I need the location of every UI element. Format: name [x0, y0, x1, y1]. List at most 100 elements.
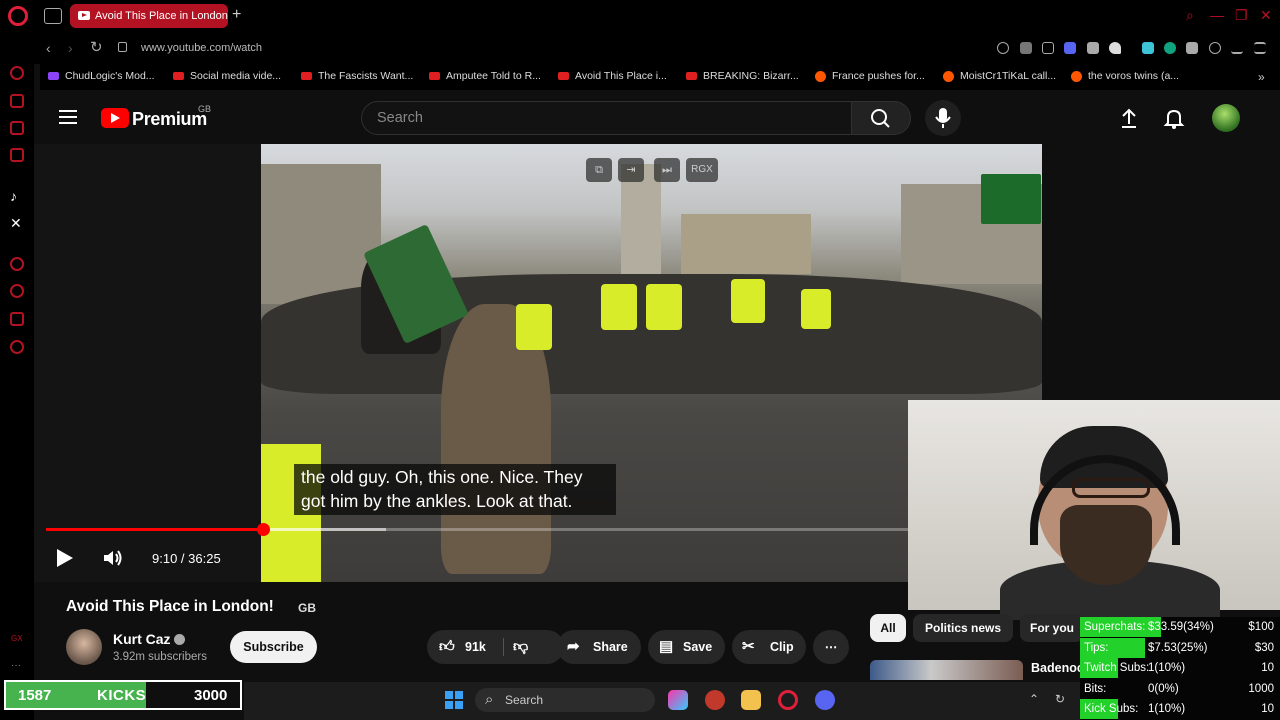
- voice-search-button[interactable]: [925, 100, 961, 136]
- search-input[interactable]: Search: [361, 101, 852, 135]
- chip-for-you[interactable]: For you: [1020, 614, 1084, 642]
- exit-icon[interactable]: ⇥: [618, 158, 644, 182]
- tab-switcher-icon[interactable]: [44, 8, 62, 24]
- stream-goal-max: 10: [1261, 703, 1274, 716]
- easy-setup-icon[interactable]: [1254, 42, 1266, 54]
- workspace-icon[interactable]: [10, 94, 24, 108]
- new-tab-button[interactable]: +: [232, 6, 241, 24]
- related-video-title[interactable]: Badenoch: [1031, 661, 1081, 675]
- kicks-label: KICKS: [97, 687, 147, 704]
- player-icon[interactable]: [1087, 42, 1099, 54]
- related-video-thumbnail[interactable]: [870, 660, 1023, 680]
- zoom-icon[interactable]: [997, 42, 1009, 54]
- channel-name[interactable]: Kurt Caz: [113, 631, 171, 647]
- scissors-icon: ✂: [742, 638, 755, 655]
- upload-button[interactable]: [1118, 106, 1140, 136]
- popout-icon[interactable]: ⧉: [586, 158, 612, 182]
- player-left-letterbox: [34, 144, 261, 582]
- minimize-button[interactable]: —: [1210, 7, 1224, 23]
- share-button[interactable]: ➦ Share: [557, 630, 641, 664]
- aria-icon[interactable]: [10, 66, 24, 80]
- bookmark-item[interactable]: France pushes for...: [815, 70, 925, 82]
- thumbs-up-icon[interactable]: 👍︎: [439, 630, 455, 664]
- caption-line: the old guy. Oh, this one. Nice. They: [301, 467, 583, 487]
- notifications-button[interactable]: [1162, 106, 1186, 136]
- bookmark-item[interactable]: Avoid This Place i...: [558, 70, 667, 82]
- bookmark-item[interactable]: The Fascists Want...: [301, 70, 413, 82]
- chip-politics-news[interactable]: Politics news: [913, 614, 1013, 642]
- sync-icon[interactable]: ↻: [1055, 692, 1065, 706]
- back-button[interactable]: ‹: [46, 40, 51, 56]
- messenger-icon[interactable]: [10, 148, 24, 162]
- extension-icon[interactable]: [1142, 42, 1154, 54]
- x-icon[interactable]: ✕: [10, 215, 22, 232]
- youtube-logo-icon[interactable]: [101, 108, 129, 128]
- tiktok-icon[interactable]: ♪: [10, 188, 17, 204]
- save-button[interactable]: ▤ Save: [648, 630, 725, 664]
- extensions-icon[interactable]: [1186, 42, 1198, 54]
- clip-button[interactable]: ✂ Clip: [732, 630, 806, 664]
- history-icon[interactable]: [10, 257, 24, 271]
- more-actions-button[interactable]: ⋯: [813, 630, 849, 664]
- subscriber-count: 3.92m subscribers: [113, 651, 207, 663]
- rgx-label[interactable]: RGX: [686, 158, 718, 182]
- profile-icon[interactable]: [1209, 42, 1221, 54]
- search-button[interactable]: [851, 101, 911, 135]
- discord-icon[interactable]: [815, 690, 835, 710]
- chevron-up-icon[interactable]: ⌃: [1029, 692, 1039, 706]
- snapshot-icon[interactable]: [1042, 42, 1054, 54]
- subscribe-button[interactable]: Subscribe: [230, 631, 317, 663]
- taskbar-search[interactable]: Search: [475, 688, 655, 712]
- time-display: 9:10 / 36:25: [152, 551, 221, 566]
- thumbs-down-icon[interactable]: 👎︎: [513, 630, 528, 664]
- video-title: Avoid This Place in London!: [66, 598, 274, 615]
- like-count[interactable]: 91k: [465, 630, 486, 664]
- bookmark-item[interactable]: BREAKING: Bizarr...: [686, 70, 799, 82]
- channel-avatar[interactable]: [66, 629, 102, 665]
- stream-goal-max: 10: [1261, 662, 1274, 675]
- more-sidebar-icon[interactable]: ···: [11, 660, 21, 671]
- bookmark-item[interactable]: ChudLogic's Mod...: [48, 70, 155, 82]
- windows-start-icon[interactable]: [445, 691, 463, 709]
- bookmarks-overflow-icon[interactable]: »: [1258, 70, 1265, 84]
- close-window-button[interactable]: ✕: [1260, 7, 1272, 24]
- play-button[interactable]: [57, 549, 73, 567]
- police-vest: [516, 304, 552, 350]
- settings-icon[interactable]: [10, 340, 24, 354]
- bookmark-item[interactable]: MoistCr1TiKaL call...: [943, 70, 1056, 82]
- heart-icon[interactable]: [1109, 42, 1121, 54]
- bookmark-item[interactable]: Social media vide...: [173, 70, 281, 82]
- file-explorer-icon[interactable]: [741, 690, 761, 710]
- url-field[interactable]: www.youtube.com/watch: [141, 42, 262, 54]
- download-icon[interactable]: [1231, 42, 1243, 54]
- bookmark-item[interactable]: the voros twins (a...: [1071, 70, 1179, 82]
- chatgpt-extension-icon[interactable]: [1164, 42, 1176, 54]
- youtube-icon: [686, 72, 697, 81]
- copilot-icon[interactable]: [668, 690, 688, 710]
- lock-icon[interactable]: [118, 42, 127, 52]
- vpn-shield-icon[interactable]: [1064, 42, 1076, 54]
- police-vest: [601, 284, 637, 330]
- stream-goals-panel: Superchats: $33.59(34%) $100 Tips: $7.53(25%…: [1080, 617, 1280, 720]
- opera-gx-icon[interactable]: [778, 690, 798, 710]
- opera-logo-icon[interactable]: [8, 6, 28, 26]
- browser-tab-active[interactable]: Avoid This Place in London: [70, 4, 228, 28]
- instagram-icon[interactable]: [10, 121, 24, 135]
- reload-button[interactable]: ↻: [90, 38, 103, 56]
- maximize-button[interactable]: ❐: [1235, 7, 1248, 24]
- volume-button[interactable]: [102, 548, 124, 573]
- gx-icon[interactable]: GX: [11, 634, 23, 643]
- app-icon[interactable]: [705, 690, 725, 710]
- search-tabs-icon[interactable]: ⌕: [1186, 7, 1194, 24]
- youtube-premium-logo[interactable]: Premium: [132, 109, 207, 130]
- account-avatar[interactable]: [1212, 104, 1240, 132]
- divider: [503, 638, 504, 656]
- clock-icon[interactable]: [10, 284, 24, 298]
- bookmark-item[interactable]: Amputee Told to R...: [429, 70, 541, 82]
- forward-button[interactable]: ›: [68, 40, 73, 56]
- extensions-sidebar-icon[interactable]: [10, 312, 24, 326]
- skip-icon[interactable]: ⏭: [654, 158, 680, 182]
- pin-icon[interactable]: [1020, 42, 1032, 54]
- guide-menu-button[interactable]: [59, 110, 77, 124]
- chip-all[interactable]: All: [870, 614, 906, 642]
